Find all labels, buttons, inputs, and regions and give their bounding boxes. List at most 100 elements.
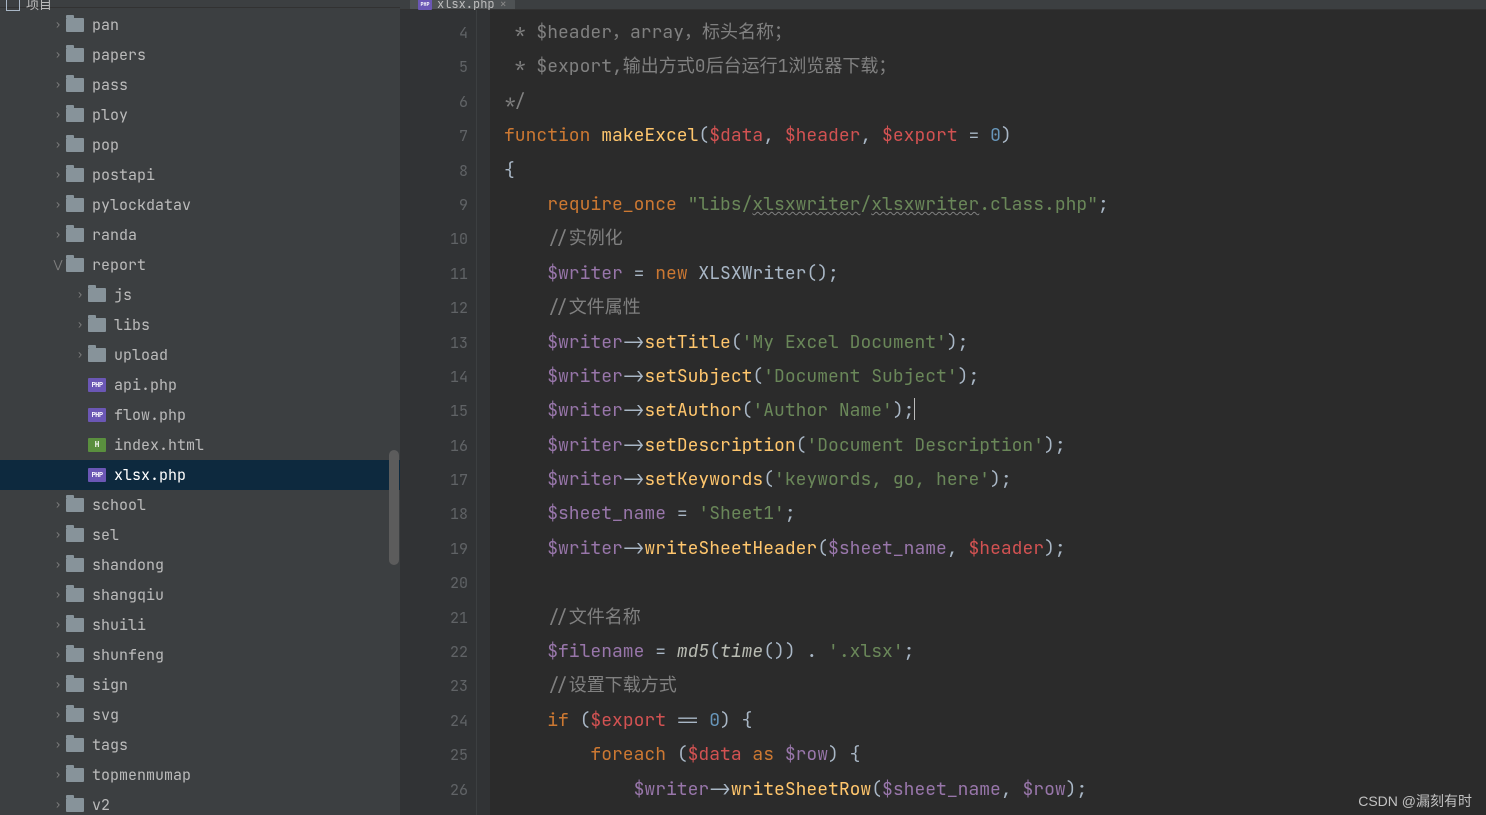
tree-item-flow-php[interactable]: ·PHPflow.php xyxy=(0,400,400,430)
tree-item-label: xlsx.php xyxy=(114,465,186,485)
code-line[interactable]: $writer = new XLSXWriter(); xyxy=(504,257,1486,291)
code-line[interactable]: //文件名称 xyxy=(504,601,1486,635)
chevron-right-icon[interactable]: › xyxy=(50,798,66,812)
code-line[interactable] xyxy=(504,566,1486,600)
tree-item-label: shangqiu xyxy=(92,585,164,605)
chevron-right-icon[interactable]: › xyxy=(50,678,66,692)
tree-item-pop[interactable]: › pop xyxy=(0,130,400,160)
tree-item-label: pop xyxy=(92,135,119,155)
folder-icon xyxy=(66,108,84,122)
tree-item-js[interactable]: ›js xyxy=(0,280,400,310)
tree-item-pylockdatav[interactable]: › pylockdatav xyxy=(0,190,400,220)
chevron-right-icon[interactable]: › xyxy=(50,588,66,602)
tree-item-randa[interactable]: › randa xyxy=(0,220,400,250)
code-line[interactable]: if ($export == 0) { xyxy=(504,704,1486,738)
chevron-right-icon[interactable]: › xyxy=(50,618,66,632)
chevron-right-icon[interactable]: › xyxy=(50,708,66,722)
code-line[interactable]: * $export,输出方式0后台运行1浏览器下载； xyxy=(504,50,1486,84)
project-sidebar: 项目 ›pan›papers›pass›ploy›pop›postapi›pyl… xyxy=(0,0,400,815)
tree-item-shuili[interactable]: ›shuili xyxy=(0,610,400,640)
sidebar-scrollbar[interactable] xyxy=(388,0,400,815)
folder-icon xyxy=(88,318,106,332)
tree-item-upload[interactable]: ›upload xyxy=(0,340,400,370)
chevron-right-icon[interactable]: › xyxy=(72,288,88,302)
code-line[interactable]: $sheet_name = 'Sheet1'; xyxy=(504,497,1486,531)
code-line[interactable]: * $header，array，标头名称； xyxy=(504,16,1486,50)
tree-item-label: index.html xyxy=(114,435,204,455)
tree-item-sign[interactable]: ›sign xyxy=(0,670,400,700)
code-line[interactable]: $writer->setAuthor('Author Name'); xyxy=(504,394,1486,428)
tree-item-label: topmenmumap xyxy=(92,765,191,785)
tree-item-school[interactable]: › school xyxy=(0,490,400,520)
editor-tabs: PHP xlsx.php × xyxy=(400,0,1486,10)
code-line[interactable]: $writer->writeSheetRow($sheet_name, $row… xyxy=(504,773,1486,807)
chevron-right-icon[interactable]: › xyxy=(72,318,88,332)
tree-item-xlsx-php[interactable]: ·PHPxlsx.php xyxy=(0,460,400,490)
tree-item-tags[interactable]: ›tags xyxy=(0,730,400,760)
code-line[interactable]: require_once "libs/xlsxwriter/xlsxwriter… xyxy=(504,188,1486,222)
code-content[interactable]: * $header，array，标头名称； * $export,输出方式0后台运… xyxy=(490,10,1486,815)
tree-item-ploy[interactable]: ›ploy xyxy=(0,100,400,130)
scrollbar-thumb[interactable] xyxy=(389,450,399,565)
file-tree[interactable]: ›pan›papers›pass›ploy › pop › postapi › pylock… xyxy=(0,8,400,815)
fold-gutter[interactable] xyxy=(476,10,490,815)
tree-item-svg[interactable]: ›svg xyxy=(0,700,400,730)
chevron-right-icon[interactable]: › xyxy=(50,228,66,242)
folder-icon xyxy=(66,618,84,632)
code-area[interactable]: 4567891011121314151617181920212223242526… xyxy=(400,10,1486,815)
tab-xlsx-php[interactable]: PHP xlsx.php × xyxy=(410,0,515,9)
chevron-right-icon[interactable]: › xyxy=(50,48,66,62)
code-line[interactable]: { xyxy=(504,154,1486,188)
tree-item-index-html[interactable]: ·Hindex.html xyxy=(0,430,400,460)
code-line[interactable]: $writer->setDescription('Document Descri… xyxy=(504,429,1486,463)
chevron-right-icon[interactable]: › xyxy=(50,138,66,152)
tree-item-postapi[interactable]: › postapi xyxy=(0,160,400,190)
chevron-right-icon[interactable]: › xyxy=(50,558,66,572)
tree-item-label: pylockdatav xyxy=(92,195,191,215)
tree-item-v2[interactable]: ›v2 xyxy=(0,790,400,815)
chevron-right-icon[interactable]: › xyxy=(50,768,66,782)
chevron-right-icon[interactable]: › xyxy=(50,168,66,182)
code-line[interactable]: $writer->setKeywords('keywords, go, here… xyxy=(504,463,1486,497)
tree-item-label: school xyxy=(92,495,146,515)
tree-item-topmenmumap[interactable]: › topmenmumap xyxy=(0,760,400,790)
tree-item-shandong[interactable]: ›shandong xyxy=(0,550,400,580)
chevron-right-icon[interactable]: › xyxy=(50,78,66,92)
tree-item-label: api.php xyxy=(114,375,177,395)
tree-item-papers[interactable]: ›papers xyxy=(0,40,400,70)
tree-item-api-php[interactable]: ·PHPapi.php xyxy=(0,370,400,400)
folder-icon xyxy=(66,48,84,62)
tree-item-sel[interactable]: ›sel xyxy=(0,520,400,550)
chevron-right-icon[interactable]: › xyxy=(50,648,66,662)
code-line[interactable]: foreach ($data as $row) { xyxy=(504,738,1486,772)
chevron-right-icon[interactable]: › xyxy=(50,198,66,212)
tree-item-pan[interactable]: ›pan xyxy=(0,10,400,40)
chevron-right-icon[interactable]: › xyxy=(72,348,88,362)
code-line[interactable]: $writer->writeSheetHeader($sheet_name, $… xyxy=(504,532,1486,566)
code-line[interactable]: //实例化 xyxy=(504,222,1486,256)
chevron-right-icon[interactable]: › xyxy=(50,498,66,512)
code-line[interactable]: $writer->setSubject('Document Subject'); xyxy=(504,360,1486,394)
code-line[interactable]: //文件属性 xyxy=(504,291,1486,325)
tree-item-label: randa xyxy=(92,225,137,245)
php-icon: PHP xyxy=(88,408,106,422)
chevron-right-icon[interactable]: › xyxy=(50,738,66,752)
chevron-right-icon[interactable]: › xyxy=(50,528,66,542)
tree-item-pass[interactable]: ›pass xyxy=(0,70,400,100)
tree-item-shangqiu[interactable]: › shangqiu xyxy=(0,580,400,610)
code-line[interactable]: $filename = md5(time()) . '.xlsx'; xyxy=(504,635,1486,669)
folder-icon xyxy=(66,168,84,182)
chevron-right-icon[interactable]: › xyxy=(50,18,66,32)
tree-item-shunfeng[interactable]: › shunfeng xyxy=(0,640,400,670)
tree-item-label: shunfeng xyxy=(92,645,164,665)
tree-item-label: postapi xyxy=(92,165,155,185)
code-line[interactable]: //设置下载方式 xyxy=(504,669,1486,703)
chevron-right-icon[interactable]: › xyxy=(50,108,66,122)
code-line[interactable]: $writer->setTitle('My Excel Document'); xyxy=(504,326,1486,360)
php-icon: PHP xyxy=(88,468,106,482)
tree-item-report[interactable]: ⋁report xyxy=(0,250,400,280)
code-line[interactable]: function makeExcel($data, $header, $expo… xyxy=(504,119,1486,153)
tree-item-libs[interactable]: ›libs xyxy=(0,310,400,340)
code-line[interactable]: */ xyxy=(504,85,1486,119)
chevron-down-icon[interactable]: ⋁ xyxy=(50,258,66,272)
